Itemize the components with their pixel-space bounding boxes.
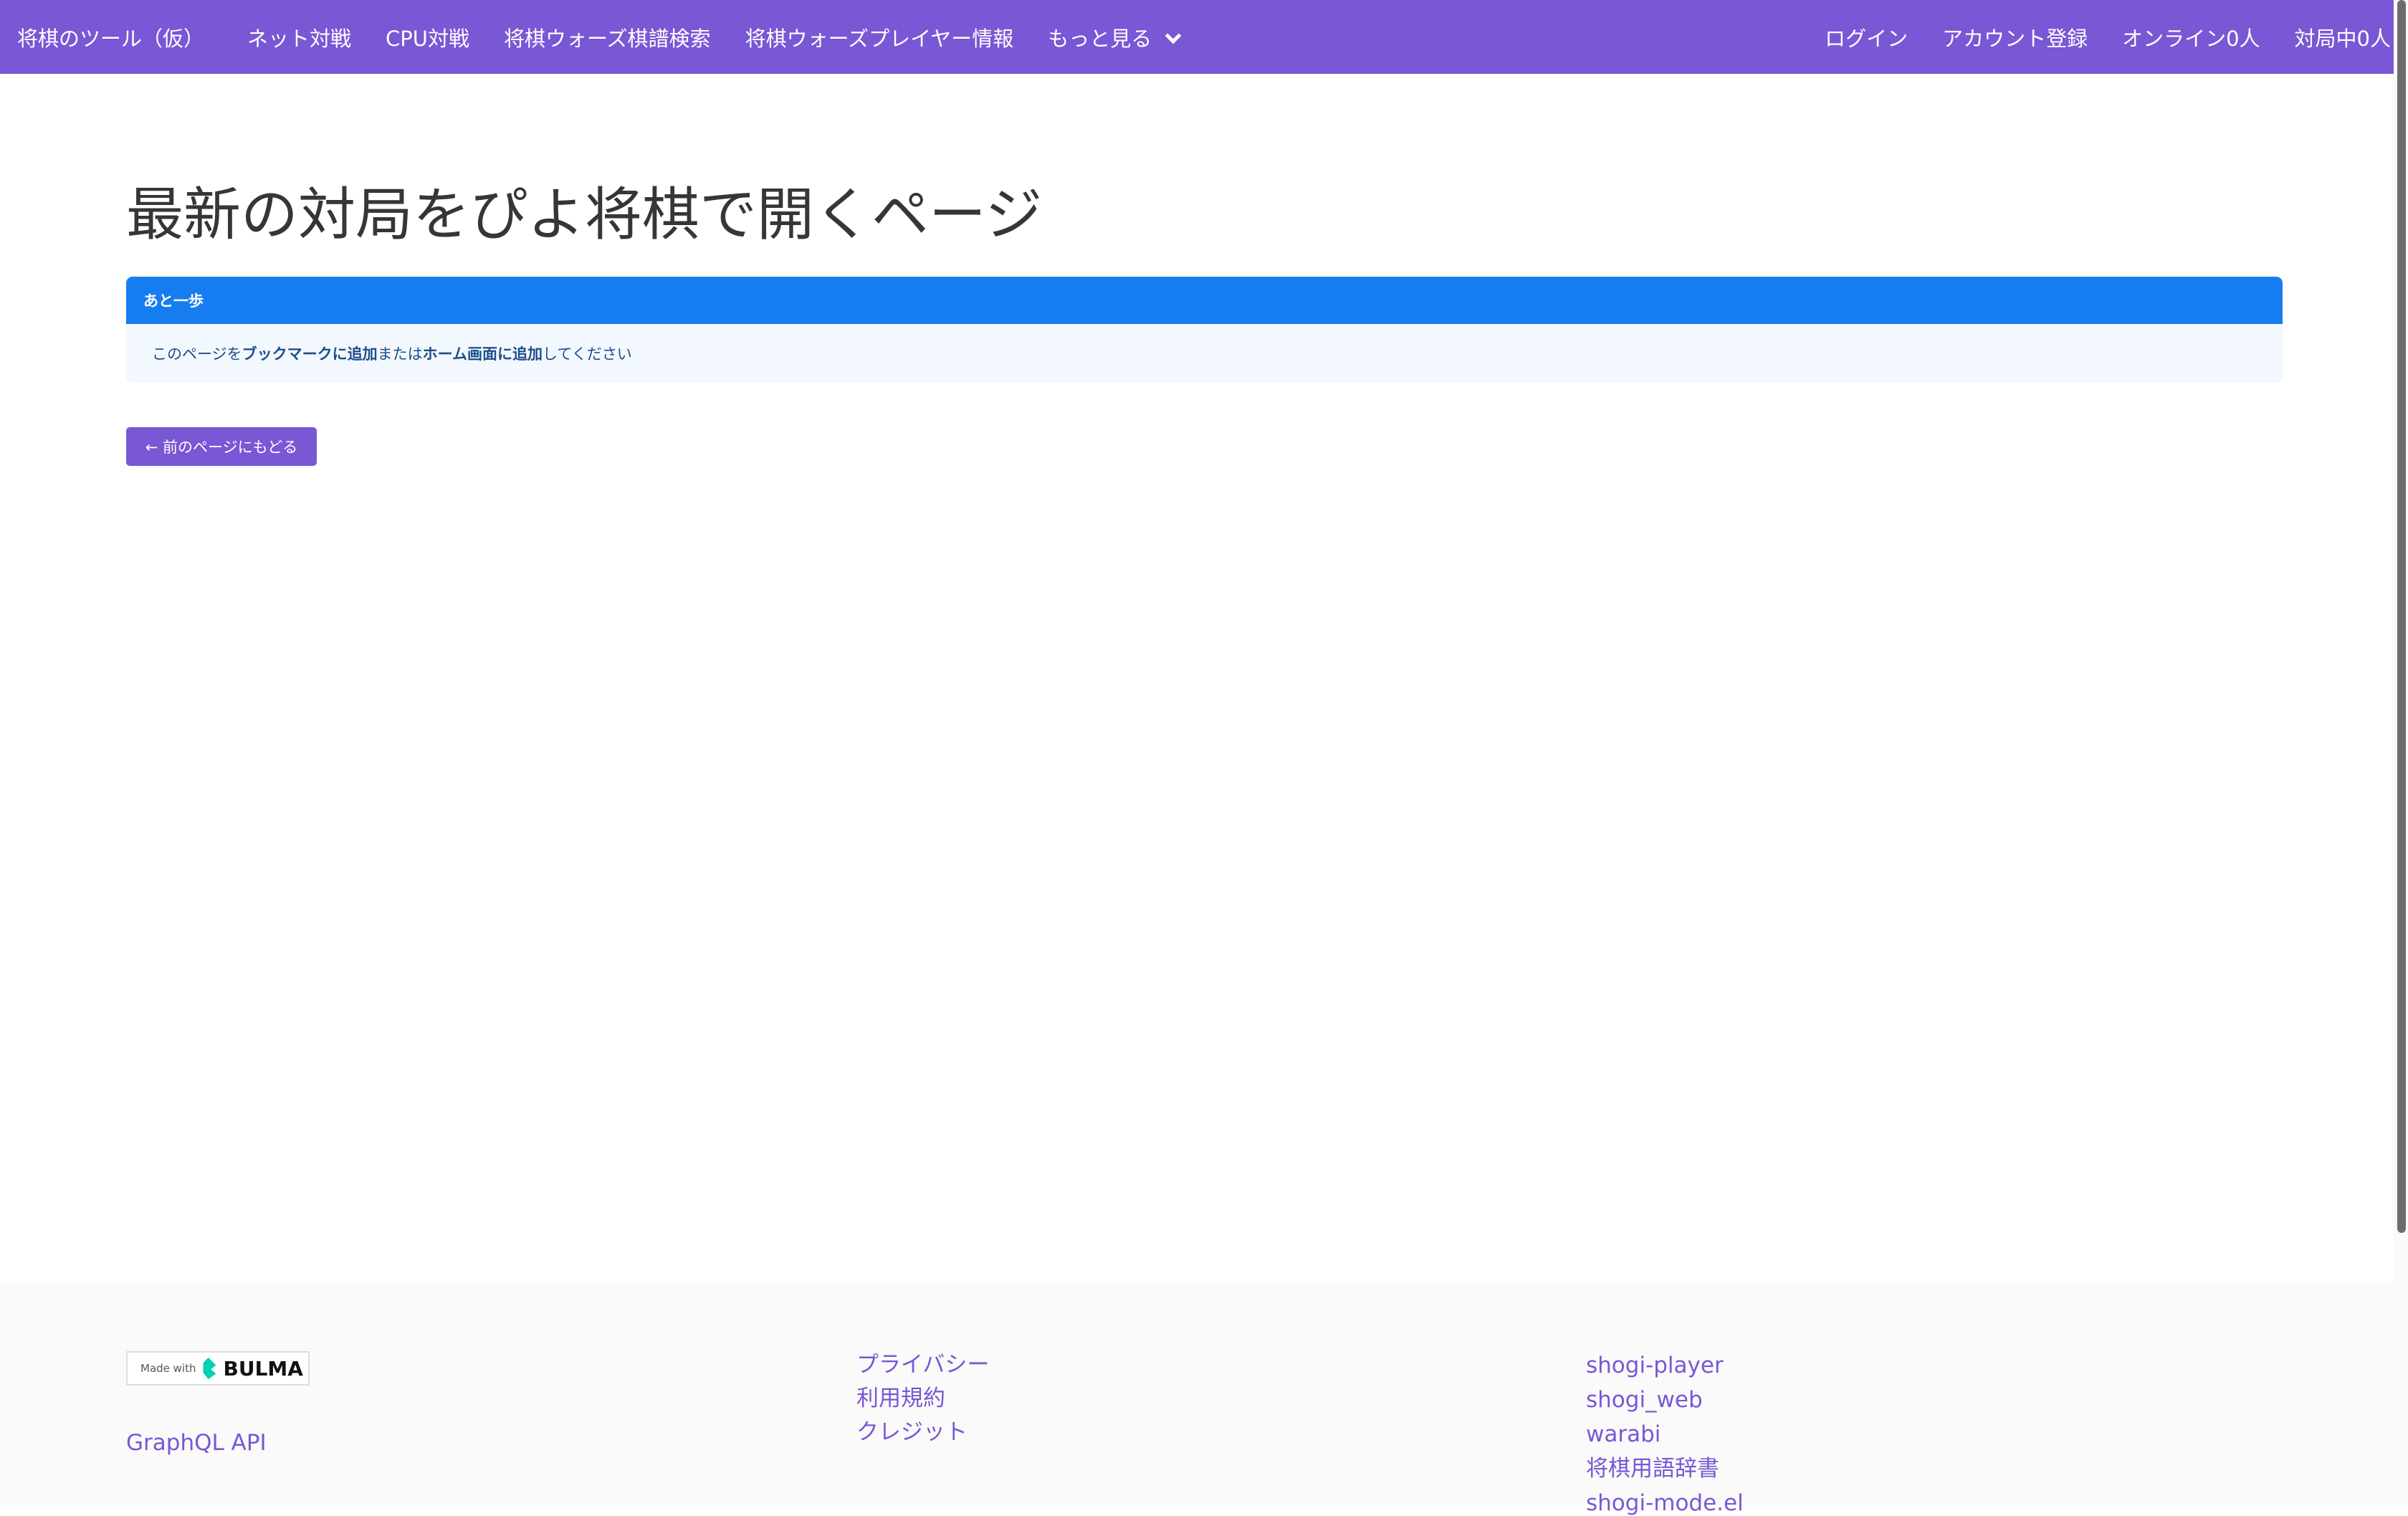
nav-cpu-match[interactable]: CPU対戦 (368, 22, 487, 52)
message-bold: ブックマークに追加 (242, 345, 378, 363)
footer-col-1: GraphQL API (126, 1430, 267, 1456)
footer: Made with BULMA GraphQL API プライバシー 利用規約 … (0, 1283, 2394, 1516)
shogi-web-link[interactable]: shogi_web (1586, 1387, 1744, 1413)
scrollbar-thumb[interactable] (2397, 0, 2406, 1233)
navbar: 将棋のツール（仮） ネット対戦 CPU対戦 将棋ウォーズ棋譜検索 将棋ウォーズプ… (0, 0, 2408, 74)
info-message: あと一歩 このページを ブックマークに追加 または ホーム画面に追加 してください (126, 277, 2283, 383)
message-header: あと一歩 (126, 277, 2283, 324)
back-button[interactable]: ← 前のページにもどる (126, 427, 317, 466)
credits-link[interactable]: クレジット (856, 1419, 989, 1445)
made-with-bulma-badge[interactable]: Made with BULMA (126, 1351, 310, 1386)
message-text: してください (542, 345, 632, 363)
chevron-down-icon (1165, 27, 1182, 44)
badge-prefix: Made with (140, 1362, 196, 1375)
message-text: または (377, 345, 423, 363)
terms-link[interactable]: 利用規約 (856, 1386, 989, 1411)
scrollbar[interactable] (2394, 0, 2408, 1505)
page-title: 最新の対局をぴよ将棋で開くページ (126, 181, 1043, 248)
message-body: このページを ブックマークに追加 または ホーム画面に追加 してください (126, 324, 2283, 383)
footer-col-3: shogi-player shogi_web warabi 将棋用語辞書 sho… (1586, 1353, 1744, 1516)
shogi-player-link[interactable]: shogi-player (1586, 1353, 1744, 1378)
warabi-link[interactable]: warabi (1586, 1421, 1744, 1447)
bulma-logo-icon (203, 1358, 216, 1379)
nav-signup[interactable]: アカウント登録 (1925, 22, 2105, 52)
navbar-end: ログイン アカウント登録 オンライン0人 対局中0人 (1807, 22, 2408, 52)
footer-col-2: プライバシー 利用規約 クレジット (856, 1352, 989, 1445)
brand-link[interactable]: 将棋のツール（仮） (0, 22, 230, 52)
nav-wars-player-info[interactable]: 将棋ウォーズプレイヤー情報 (728, 22, 1031, 52)
nav-online-count[interactable]: オンライン0人 (2105, 22, 2277, 52)
privacy-link[interactable]: プライバシー (856, 1352, 989, 1378)
nav-more-label: もっと見る (1048, 26, 1152, 51)
nav-playing-count[interactable]: 対局中0人 (2278, 22, 2408, 52)
nav-login[interactable]: ログイン (1807, 22, 1925, 52)
badge-brand: BULMA (223, 1356, 303, 1381)
nav-net-match[interactable]: ネット対戦 (230, 22, 368, 52)
nav-wars-kifu-search[interactable]: 将棋ウォーズ棋譜検索 (487, 22, 728, 52)
shogi-dictionary-link[interactable]: 将棋用語辞書 (1586, 1456, 1744, 1482)
shogi-mode-link[interactable]: shogi-mode.el (1586, 1490, 1744, 1516)
message-text: このページを (152, 345, 242, 363)
message-bold: ホーム画面に追加 (422, 345, 543, 363)
nav-more-dropdown[interactable]: もっと見る (1031, 22, 1196, 52)
graphql-api-link[interactable]: GraphQL API (126, 1430, 267, 1456)
